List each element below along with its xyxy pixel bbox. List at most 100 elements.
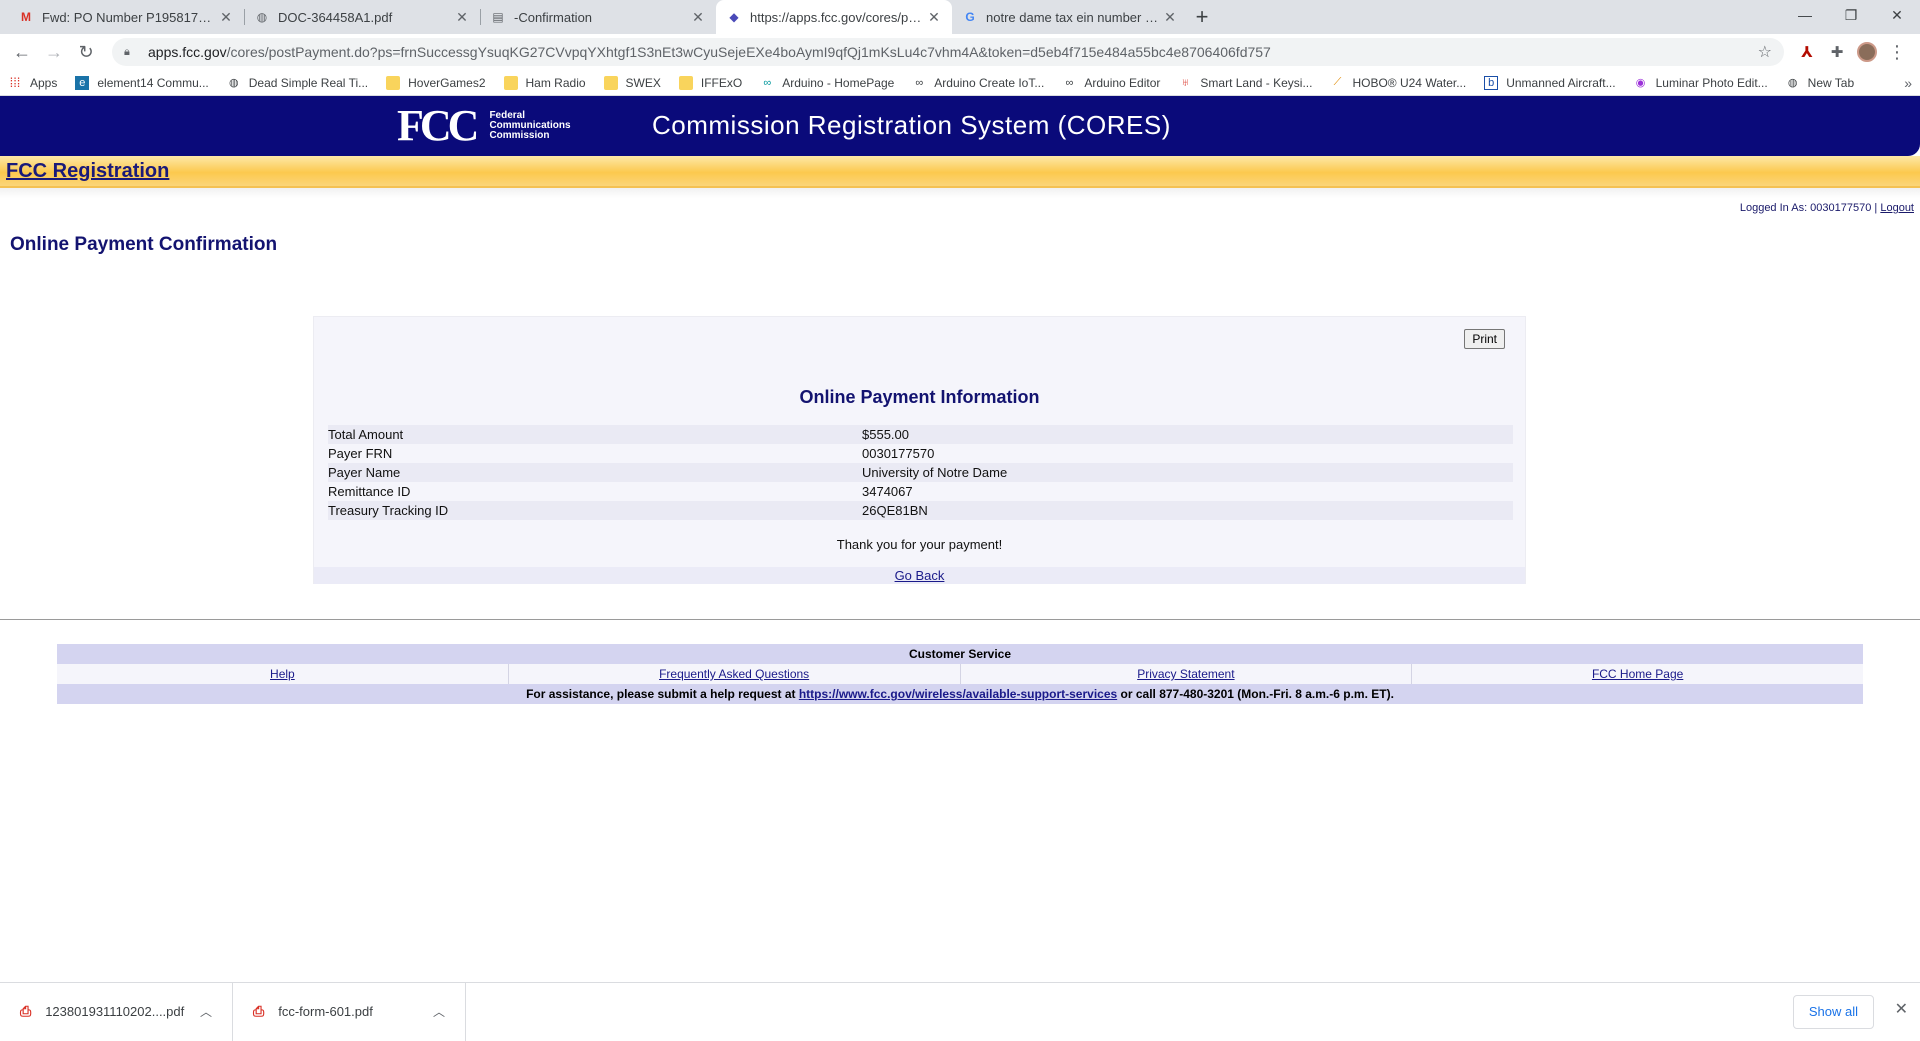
pdf-file-icon: ⎙ bbox=[253, 1003, 264, 1020]
arduino-icon: ∞ bbox=[760, 76, 774, 90]
privacy-link[interactable]: Privacy Statement bbox=[1137, 667, 1234, 681]
row-value: 26QE81BN bbox=[862, 501, 1513, 520]
bookmark-item[interactable]: ⟋HOBO® U24 Water... bbox=[1330, 76, 1466, 90]
bookmark-item[interactable]: ◍Dead Simple Real Ti... bbox=[227, 76, 368, 90]
arduino-icon: ∞ bbox=[912, 76, 926, 90]
close-icon[interactable]: ✕ bbox=[926, 9, 942, 26]
bookmark-folder[interactable]: HoverGames2 bbox=[386, 76, 485, 90]
table-row: Remittance ID3474067 bbox=[328, 482, 1513, 501]
support-url-link[interactable]: https://www.fcc.gov/wireless/available-s… bbox=[799, 687, 1117, 701]
download-item[interactable]: ⎙ 123801931110202....pdf ︿ bbox=[0, 983, 233, 1041]
registration-bar: FCC Registration bbox=[0, 156, 1920, 188]
chevron-up-icon[interactable]: ︿ bbox=[433, 1003, 445, 1020]
thank-you-message: Thank you for your payment! bbox=[314, 537, 1525, 552]
close-window-icon[interactable]: ✕ bbox=[1874, 0, 1920, 30]
browser-tab[interactable]: M Fwd: PO Number P1958171 - RPI ✕ bbox=[8, 0, 244, 34]
folder-icon bbox=[679, 76, 693, 90]
bookmark-item[interactable]: ♅Smart Land - Keysi... bbox=[1178, 76, 1312, 90]
acrobat-extension-icon[interactable]: ⅄ bbox=[1792, 38, 1822, 66]
bookmark-folder[interactable]: IFFExO bbox=[679, 76, 742, 90]
divider bbox=[0, 619, 1920, 620]
show-all-button[interactable]: Show all bbox=[1793, 995, 1874, 1029]
row-label: Payer FRN bbox=[328, 444, 862, 463]
chevron-more-icon[interactable]: » bbox=[1904, 75, 1912, 91]
bookmark-item[interactable]: ∞Arduino - HomePage bbox=[760, 76, 894, 90]
minimize-icon[interactable]: — bbox=[1782, 0, 1828, 30]
row-label: Payer Name bbox=[328, 463, 862, 482]
bookmark-item[interactable]: ◉Luminar Photo Edit... bbox=[1634, 76, 1768, 90]
lock-icon[interactable]: 🔒︎ bbox=[124, 46, 138, 59]
close-icon[interactable]: ✕ bbox=[218, 9, 234, 26]
table-row: Total Amount$555.00 bbox=[328, 425, 1513, 444]
browser-tab[interactable]: G notre dame tax ein number - Google ✕ bbox=[952, 0, 1188, 34]
payment-info-table: Total Amount$555.00 Payer FRN0030177570 … bbox=[328, 425, 1513, 520]
bookmark-apps[interactable]: ⁞⁞⁞Apps bbox=[8, 76, 57, 90]
keysight-icon: ♅ bbox=[1178, 76, 1192, 90]
window-controls: — ❐ ✕ bbox=[1782, 0, 1920, 30]
row-label: Remittance ID bbox=[328, 482, 862, 501]
fcc-home-link[interactable]: FCC Home Page bbox=[1592, 667, 1683, 681]
gmail-icon: M bbox=[18, 9, 34, 25]
tab-title: Fwd: PO Number P1958171 - RPI bbox=[42, 10, 218, 25]
back-arrow-icon[interactable]: ← bbox=[8, 38, 36, 66]
chevron-up-icon[interactable]: ︿ bbox=[200, 1003, 212, 1020]
browser-tab[interactable]: ◍ DOC-364458A1.pdf ✕ bbox=[244, 0, 480, 34]
faq-link[interactable]: Frequently Asked Questions bbox=[659, 667, 809, 681]
logout-link[interactable]: Logout bbox=[1880, 202, 1914, 214]
table-row: Payer NameUniversity of Notre Dame bbox=[328, 463, 1513, 482]
bookmark-item[interactable]: ◍New Tab bbox=[1786, 76, 1854, 90]
cs-cell: Privacy Statement bbox=[960, 664, 1412, 684]
go-back-link[interactable]: Go Back bbox=[895, 568, 945, 583]
row-value: 3474067 bbox=[862, 482, 1513, 501]
downloads-shelf: ⎙ 123801931110202....pdf ︿ ⎙ fcc-form-60… bbox=[0, 982, 1920, 1040]
print-button[interactable]: Print bbox=[1464, 329, 1505, 349]
site-icon: e bbox=[75, 76, 89, 90]
profile-avatar[interactable] bbox=[1852, 38, 1882, 66]
row-value: 0030177570 bbox=[862, 444, 1513, 463]
restore-icon[interactable]: ❐ bbox=[1828, 0, 1874, 30]
close-icon[interactable]: ✕ bbox=[454, 9, 470, 26]
browser-tab-active[interactable]: ◆ https://apps.fcc.gov/cores/postPayment… bbox=[716, 0, 952, 34]
logged-in-label: Logged In As: 0030177570 bbox=[1740, 202, 1872, 214]
address-bar[interactable]: 🔒︎ apps.fcc.gov/cores/postPayment.do?ps=… bbox=[112, 38, 1784, 66]
bookmark-item[interactable]: ∞Arduino Editor bbox=[1062, 76, 1160, 90]
bookmark-item[interactable]: eelement14 Commu... bbox=[75, 76, 208, 90]
bookmark-item[interactable]: bUnmanned Aircraft... bbox=[1484, 76, 1615, 90]
new-tab-button[interactable]: + bbox=[1188, 0, 1216, 34]
cs-cell: Frequently Asked Questions bbox=[508, 664, 960, 684]
bookmark-star-icon[interactable]: ☆ bbox=[1758, 42, 1772, 62]
login-status: Logged In As: 0030177570 | Logout bbox=[0, 198, 1920, 218]
row-value: $555.00 bbox=[862, 425, 1513, 444]
fcc-header: FCC Federal Communications Commission Co… bbox=[0, 96, 1920, 156]
customer-service-heading: Customer Service bbox=[57, 644, 1863, 664]
fcc-diamond-icon: ◆ bbox=[726, 9, 742, 25]
forward-arrow-icon[interactable]: → bbox=[40, 38, 68, 66]
bookmark-folder[interactable]: Ham Radio bbox=[504, 76, 586, 90]
cs-cell: Help bbox=[57, 664, 508, 684]
bookmark-item[interactable]: ∞Arduino Create IoT... bbox=[912, 76, 1044, 90]
close-icon[interactable]: ✕ bbox=[690, 9, 706, 26]
folder-icon bbox=[504, 76, 518, 90]
page-title: Online Payment Confirmation bbox=[10, 234, 1920, 256]
globe-icon: ◍ bbox=[227, 76, 241, 90]
close-icon[interactable]: ✕ bbox=[1162, 9, 1178, 26]
site-title: Commission Registration System (CORES) bbox=[652, 110, 1171, 141]
download-item[interactable]: ⎙ fcc-form-601.pdf ︿ bbox=[233, 983, 466, 1041]
bookmark-folder[interactable]: SWEX bbox=[604, 76, 661, 90]
globe-icon: ◍ bbox=[254, 9, 270, 25]
kebab-menu-icon[interactable]: ⋮ bbox=[1882, 38, 1912, 66]
extensions-puzzle-icon[interactable]: ✚ bbox=[1822, 38, 1852, 66]
row-value: University of Notre Dame bbox=[862, 463, 1513, 482]
go-back-row: Go Back bbox=[314, 567, 1525, 584]
divider bbox=[0, 188, 1920, 198]
doc-icon: ▤ bbox=[490, 9, 506, 25]
browser-tab[interactable]: ▤ -Confirmation ✕ bbox=[480, 0, 716, 34]
help-link[interactable]: Help bbox=[270, 667, 295, 681]
reload-icon[interactable]: ↻ bbox=[72, 38, 100, 66]
fcc-logo[interactable]: FCC Federal Communications Commission bbox=[397, 102, 571, 150]
fcc-registration-link[interactable]: FCC Registration bbox=[6, 160, 169, 183]
site-b-icon: b bbox=[1484, 76, 1498, 90]
close-icon[interactable]: ✕ bbox=[1895, 999, 1908, 1019]
tab-title: notre dame tax ein number - Google bbox=[986, 10, 1162, 25]
bookmarks-bar: ⁞⁞⁞Apps eelement14 Commu... ◍Dead Simple… bbox=[0, 70, 1920, 96]
